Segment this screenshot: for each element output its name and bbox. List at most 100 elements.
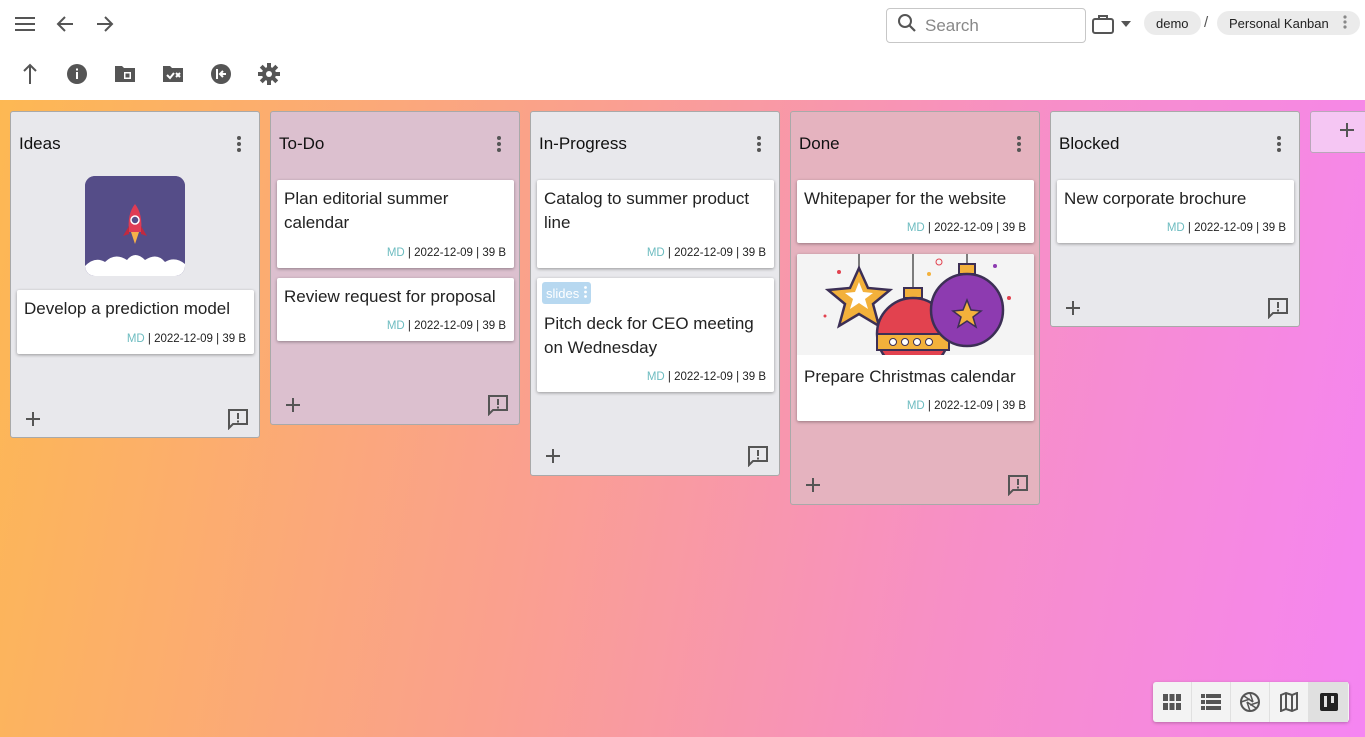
- column-ideas: Ideas Develop a prediction model MD | 20…: [10, 111, 260, 438]
- column-blocked: Blocked New corporate brochure MD | 2022…: [1050, 111, 1300, 327]
- folder-check-icon[interactable]: [159, 60, 187, 88]
- card-author: MD: [386, 320, 405, 332]
- card-size: 39 B: [1262, 222, 1286, 234]
- card-date: 2022-12-09: [934, 400, 993, 412]
- card-size: 39 B: [482, 247, 506, 259]
- card[interactable]: Plan editorial summer calendar MD | 2022…: [277, 180, 514, 268]
- add-column-button[interactable]: [1310, 111, 1365, 153]
- column-footer: [791, 465, 1039, 505]
- card-author: MD: [1166, 222, 1185, 234]
- add-card-icon[interactable]: [1061, 296, 1085, 320]
- card-title: Plan editorial summer calendar: [284, 189, 449, 232]
- top-bar: demo / Personal Kanban: [0, 0, 1365, 50]
- search-input[interactable]: [925, 15, 1075, 36]
- card-author: MD: [126, 333, 145, 345]
- chevron-down-icon[interactable]: [1116, 10, 1136, 38]
- more-vert-icon[interactable]: [1007, 132, 1031, 156]
- card-title: New corporate brochure: [1064, 189, 1247, 208]
- card-title: Prepare Christmas calendar: [804, 367, 1016, 386]
- grid-view-icon[interactable]: [1153, 682, 1192, 722]
- search-box[interactable]: [886, 8, 1086, 43]
- more-vert-icon[interactable]: [1343, 14, 1347, 32]
- add-card-icon[interactable]: [541, 444, 565, 468]
- card-date: 2022-12-09: [1194, 222, 1253, 234]
- card-author: MD: [906, 400, 925, 412]
- card[interactable]: New corporate brochure MD | 2022-12-09 |…: [1057, 180, 1294, 243]
- card[interactable]: Develop a prediction model MD | 2022-12-…: [17, 290, 254, 354]
- kanban-board: Ideas Develop a prediction model MD | 20…: [0, 100, 1365, 737]
- card[interactable]: Whitepaper for the website MD | 2022-12-…: [797, 180, 1034, 243]
- card-image-rocket[interactable]: [85, 176, 185, 276]
- card-meta: MD | 2022-12-09 | 39 B: [906, 222, 1026, 234]
- breadcrumb-workspace[interactable]: demo: [1144, 11, 1201, 35]
- card-meta: MD | 2022-12-09 | 39 B: [386, 320, 506, 332]
- add-card-icon[interactable]: [21, 407, 45, 431]
- comment-alert-icon[interactable]: [1265, 295, 1291, 321]
- add-card-icon[interactable]: [281, 393, 305, 417]
- card-size: 39 B: [222, 333, 246, 345]
- gear-icon[interactable]: [255, 60, 283, 88]
- more-vert-icon[interactable]: [584, 285, 588, 301]
- card-title: Develop a prediction model: [24, 299, 231, 318]
- card-meta: MD | 2022-12-09 | 39 B: [646, 247, 766, 259]
- card-size: 39 B: [1002, 400, 1026, 412]
- card-author: MD: [646, 247, 665, 259]
- column-title: In-Progress: [539, 134, 627, 153]
- card-date: 2022-12-09: [414, 320, 473, 332]
- card-meta: MD | 2022-12-09 | 39 B: [906, 400, 1026, 412]
- breadcrumb-board[interactable]: Personal Kanban: [1217, 11, 1360, 35]
- card[interactable]: Prepare Christmas calendar MD | 2022-12-…: [797, 254, 1034, 421]
- column-footer: [531, 436, 779, 476]
- add-card-icon[interactable]: [801, 473, 825, 497]
- card-date: 2022-12-09: [414, 247, 473, 259]
- more-vert-icon[interactable]: [227, 132, 251, 156]
- column-header: In-Progress: [531, 112, 779, 176]
- card-date: 2022-12-09: [674, 371, 733, 383]
- column-todo: To-Do Plan editorial summer calendar MD …: [270, 111, 520, 425]
- aperture-view-icon[interactable]: [1231, 682, 1270, 722]
- more-vert-icon[interactable]: [747, 132, 771, 156]
- card-meta: MD | 2022-12-09 | 39 B: [646, 371, 766, 383]
- comment-alert-icon[interactable]: [745, 443, 771, 469]
- card-date: 2022-12-09: [154, 333, 213, 345]
- column-title: To-Do: [279, 134, 325, 153]
- card[interactable]: slides Pitch deck for CEO meeting on Wed…: [537, 278, 774, 392]
- card-tag[interactable]: slides: [542, 282, 592, 304]
- christmas-ornaments-icon: [797, 254, 1034, 355]
- upload-arrow-icon[interactable]: [16, 60, 44, 88]
- card-size: 39 B: [742, 247, 766, 259]
- column-done: Done Whitepaper for the website MD | 202…: [790, 111, 1040, 505]
- column-header: Blocked: [1051, 112, 1299, 176]
- back-arrow-icon[interactable]: [51, 10, 79, 38]
- comment-alert-icon[interactable]: [1005, 472, 1031, 498]
- card-meta: MD | 2022-12-09 | 39 B: [126, 333, 246, 345]
- card-size: 39 B: [482, 320, 506, 332]
- plus-icon: [1339, 122, 1355, 143]
- comment-alert-icon[interactable]: [485, 392, 511, 418]
- comment-alert-icon[interactable]: [225, 406, 251, 432]
- card-title: Whitepaper for the website: [804, 189, 1007, 208]
- more-vert-icon[interactable]: [1267, 132, 1291, 156]
- list-view-icon[interactable]: [1192, 682, 1231, 722]
- view-switcher: [1153, 682, 1349, 722]
- folder-file-icon[interactable]: [111, 60, 139, 88]
- more-vert-icon[interactable]: [487, 132, 511, 156]
- card-meta: MD | 2022-12-09 | 39 B: [1166, 222, 1286, 234]
- card-size: 39 B: [1002, 222, 1026, 234]
- briefcase-icon[interactable]: [1090, 10, 1116, 38]
- card[interactable]: Review request for proposal MD | 2022-12…: [277, 278, 514, 341]
- collapse-left-icon[interactable]: [207, 60, 235, 88]
- info-icon[interactable]: [63, 60, 91, 88]
- map-view-icon[interactable]: [1270, 682, 1309, 722]
- column-footer: [1051, 288, 1299, 328]
- rocket-icon: [85, 176, 185, 276]
- card-image-christmas-ornaments: [797, 254, 1034, 355]
- kanban-view-icon[interactable]: [1309, 682, 1348, 722]
- card-title: Review request for proposal: [284, 287, 496, 306]
- card[interactable]: Catalog to summer product line MD | 2022…: [537, 180, 774, 268]
- column-title: Done: [799, 134, 840, 153]
- column-footer: [11, 399, 259, 439]
- forward-arrow-icon[interactable]: [91, 10, 119, 38]
- search-icon: [897, 13, 917, 38]
- hamburger-menu-icon[interactable]: [11, 10, 39, 38]
